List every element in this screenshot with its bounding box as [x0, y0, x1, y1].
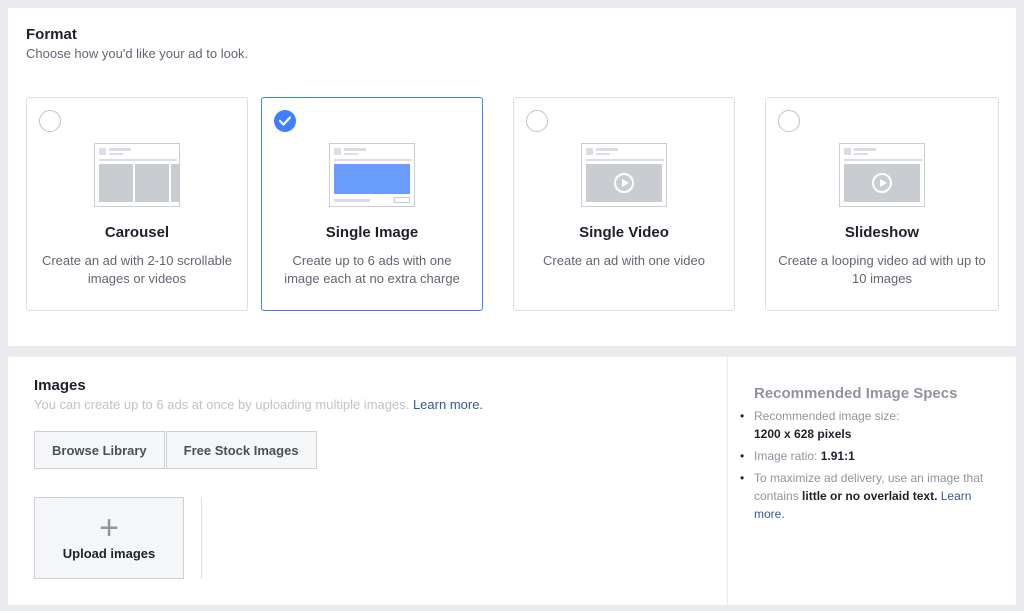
specs-list: Recommended image size: 1200 x 628 pixel… — [740, 407, 994, 527]
images-title: Images — [34, 377, 86, 394]
play-icon — [614, 173, 634, 193]
slideshow-thumbnail-icon — [839, 143, 925, 207]
radio-button[interactable] — [39, 110, 61, 132]
radio-checked-icon[interactable] — [274, 110, 296, 132]
card-description: Create up to 6 ads with one image each a… — [284, 253, 460, 286]
single-image-thumbnail-icon — [329, 143, 415, 207]
play-icon — [872, 173, 892, 193]
format-panel: Format Choose how you'd like your ad to … — [8, 8, 1016, 346]
card-name: Single Image — [325, 224, 419, 241]
image-specs-panel: Recommended Image Specs Recommended imag… — [728, 357, 1016, 605]
format-card-single-image[interactable]: Single Image Create up to 6 ads with one… — [261, 97, 483, 311]
video-thumbnail-icon — [581, 143, 667, 207]
format-card-slideshow[interactable]: Slideshow Create a looping video ad with… — [765, 97, 999, 311]
spec-size: Recommended image size: 1200 x 628 pixel… — [740, 407, 994, 443]
upload-images-label: Upload images — [62, 546, 156, 561]
card-description: Create a looping video ad with up to 10 … — [778, 253, 986, 286]
spec-delivery: To maximize ad delivery, use an image th… — [740, 469, 994, 523]
spec-size-label: Recommended image size: — [754, 409, 900, 423]
images-subtitle-text: You can create up to 6 ads at once by up… — [34, 397, 410, 412]
specs-title: Recommended Image Specs — [754, 385, 958, 402]
image-source-buttons: Browse Library Free Stock Images — [34, 431, 317, 469]
spec-size-value: 1200 x 628 pixels — [754, 427, 852, 441]
free-stock-images-button[interactable]: Free Stock Images — [165, 431, 317, 469]
card-name: Single Video — [579, 224, 669, 241]
spec-ratio: Image ratio: 1.91:1 — [740, 447, 994, 465]
spec-ratio-label: Image ratio: — [754, 449, 818, 463]
card-name: Carousel — [104, 224, 170, 241]
format-title: Format — [26, 26, 77, 43]
format-card-carousel[interactable]: Carousel Create an ad with 2-10 scrollab… — [26, 97, 248, 311]
images-subtitle: You can create up to 6 ads at once by up… — [34, 397, 483, 412]
spec-ratio-value: 1.91:1 — [820, 449, 855, 463]
radio-button[interactable] — [778, 110, 800, 132]
learn-more-link[interactable]: Learn more. — [413, 397, 483, 412]
carousel-thumbnail-icon — [94, 143, 180, 207]
radio-button[interactable] — [526, 110, 548, 132]
divider — [201, 497, 202, 579]
card-name: Slideshow — [844, 224, 920, 241]
images-panel: Images You can create up to 6 ads at onc… — [8, 357, 727, 605]
format-subtitle: Choose how you'd like your ad to look. — [26, 46, 249, 61]
browse-library-button[interactable]: Browse Library — [34, 431, 165, 469]
upload-images-button[interactable]: + Upload images — [34, 497, 184, 579]
format-card-single-video[interactable]: Single Video Create an ad with one video — [513, 97, 735, 311]
card-description: Create an ad with 2-10 scrollable images… — [41, 253, 233, 286]
plus-icon: + — [99, 509, 119, 547]
card-description: Create an ad with one video — [543, 253, 705, 268]
spec-delivery-bold: little or no overlaid text. — [802, 489, 938, 503]
